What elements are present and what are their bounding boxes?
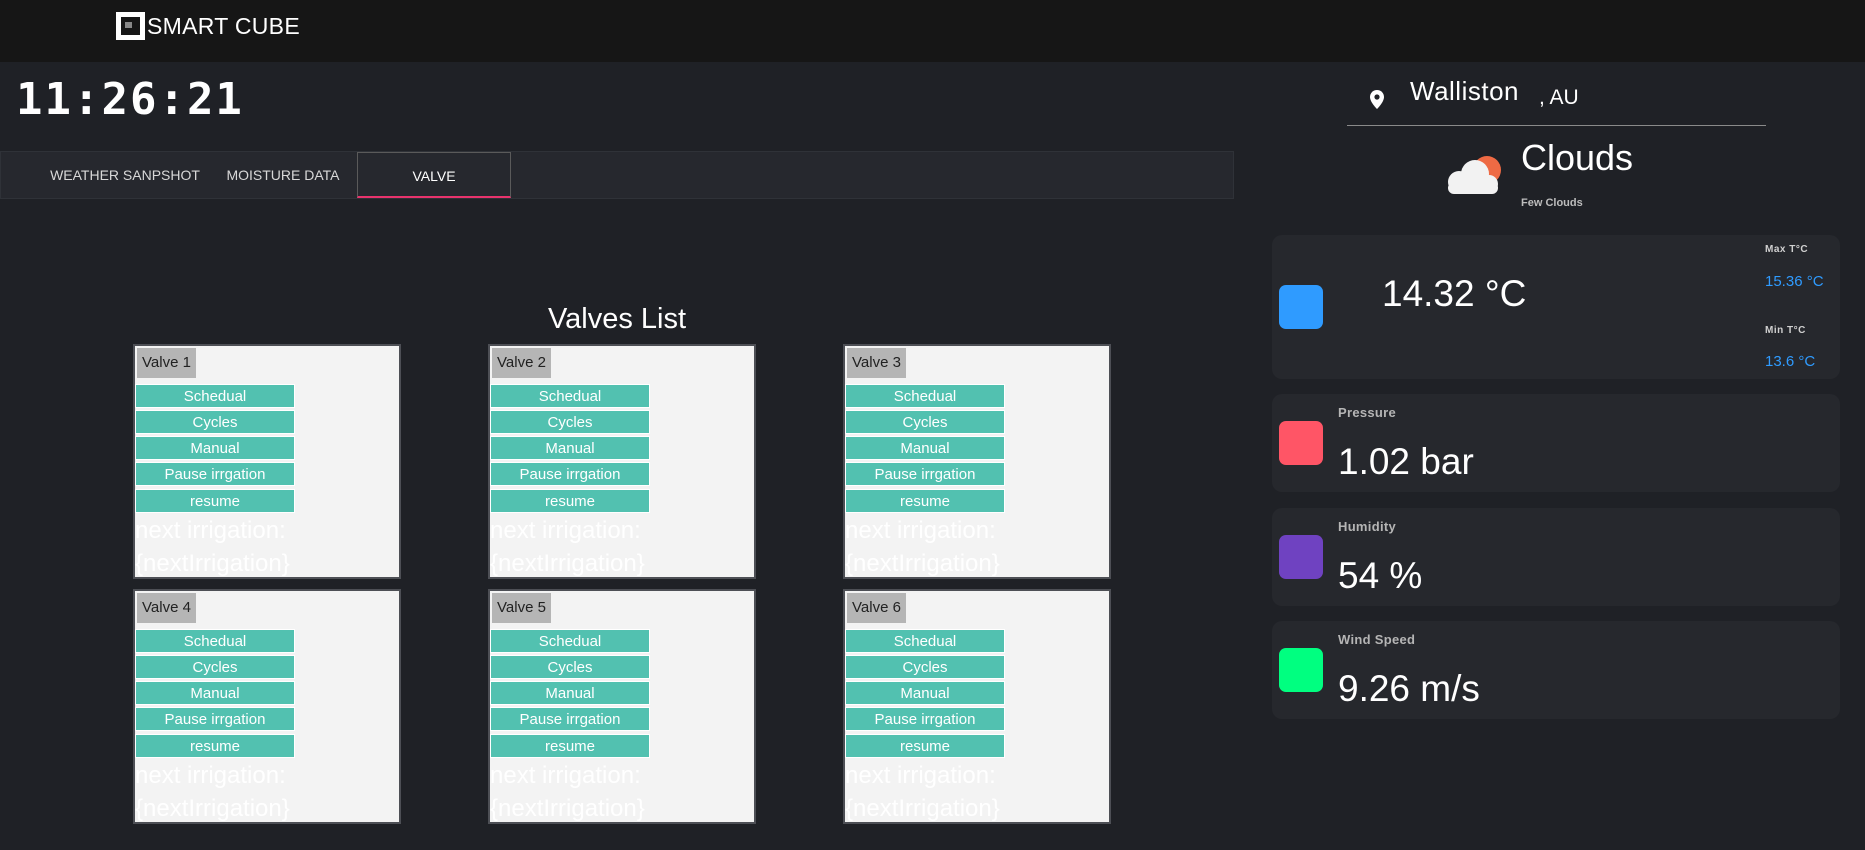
temperature-card: 14.32 °C Max T°C 15.36 °C Min T°C 13.6 °… <box>1272 235 1840 379</box>
valve-card: Valve 2 Schedual Cycles Manual Pause irr… <box>488 344 756 579</box>
wind-speed-value: 9.26 m/s <box>1338 668 1480 709</box>
manual-button[interactable]: Manual <box>490 436 650 460</box>
app-name: SMART CUBE <box>147 12 300 39</box>
pressure-value: 1.02 bar <box>1338 441 1474 482</box>
tab-moisture-data[interactable]: MOISTURE DATA <box>219 152 347 198</box>
next-irrigation-value: {nextIrrigation} <box>845 550 1000 577</box>
manual-button[interactable]: Manual <box>490 681 650 705</box>
manual-button[interactable]: Manual <box>845 681 1005 705</box>
pressure-swatch <box>1279 421 1323 465</box>
pause-irrigation-button[interactable]: Pause irrgation <box>845 462 1005 486</box>
schedule-button[interactable]: Schedual <box>135 629 295 653</box>
valve-name: Valve 2 <box>492 348 551 378</box>
resume-button[interactable]: resume <box>845 734 1005 758</box>
valve-name: Valve 6 <box>847 593 906 623</box>
clock: 11:26:21 <box>16 74 244 125</box>
manual-button[interactable]: Manual <box>845 436 1005 460</box>
next-irrigation-label: next irrigation: <box>845 517 996 544</box>
tab-bar: WEATHER SANPSHOT MOISTURE DATA VALVE <box>0 151 1234 199</box>
valves-list-title: Valves List <box>547 303 687 335</box>
humidity-value: 54 % <box>1338 555 1423 596</box>
next-irrigation-label: next irrigation: <box>135 517 286 544</box>
temperature-value: 14.32 °C <box>1382 273 1527 314</box>
schedule-button[interactable]: Schedual <box>845 629 1005 653</box>
location-pin-icon <box>1370 90 1384 114</box>
next-irrigation: next irrigation: {nextIrrigation} <box>845 759 1109 822</box>
valve-card: Valve 3 Schedual Cycles Manual Pause irr… <box>843 344 1111 579</box>
weather-description: Few Clouds <box>1521 197 1583 209</box>
next-irrigation-value: {nextIrrigation} <box>135 795 290 822</box>
valve-card: Valve 1 Schedual Cycles Manual Pause irr… <box>133 344 401 579</box>
pause-irrigation-button[interactable]: Pause irrgation <box>845 707 1005 731</box>
pause-irrigation-button[interactable]: Pause irrgation <box>135 462 295 486</box>
valve-card: Valve 4 Schedual Cycles Manual Pause irr… <box>133 589 401 824</box>
valve-name: Valve 4 <box>137 593 196 623</box>
wind-speed-label: Wind Speed <box>1338 632 1416 647</box>
max-temp-label: Max T°C <box>1765 244 1809 255</box>
resume-button[interactable]: resume <box>135 489 295 513</box>
resume-button[interactable]: resume <box>845 489 1005 513</box>
tab-valve[interactable]: VALVE <box>357 152 511 198</box>
top-bar: SMART CUBE <box>0 0 1865 62</box>
humidity-swatch <box>1279 535 1323 579</box>
min-temp-label: Min T°C <box>1765 325 1806 336</box>
humidity-label: Humidity <box>1338 519 1397 534</box>
schedule-button[interactable]: Schedual <box>490 629 650 653</box>
next-irrigation: next irrigation: {nextIrrigation} <box>490 514 754 577</box>
cycles-button[interactable]: Cycles <box>135 410 295 434</box>
schedule-button[interactable]: Schedual <box>135 384 295 408</box>
country-code: , AU <box>1539 86 1579 109</box>
manual-button[interactable]: Manual <box>135 436 295 460</box>
pause-irrigation-button[interactable]: Pause irrgation <box>135 707 295 731</box>
next-irrigation: next irrigation: {nextIrrigation} <box>135 514 399 577</box>
cycles-button[interactable]: Cycles <box>845 655 1005 679</box>
valve-name: Valve 1 <box>137 348 196 378</box>
cycles-button[interactable]: Cycles <box>845 410 1005 434</box>
pause-irrigation-button[interactable]: Pause irrgation <box>490 462 650 486</box>
pressure-label: Pressure <box>1338 405 1397 420</box>
cycles-button[interactable]: Cycles <box>490 655 650 679</box>
next-irrigation-value: {nextIrrigation} <box>845 795 1000 822</box>
next-irrigation-label: next irrigation: <box>490 762 641 789</box>
next-irrigation: next irrigation: {nextIrrigation} <box>845 514 1109 577</box>
next-irrigation-value: {nextIrrigation} <box>490 550 645 577</box>
temperature-swatch <box>1279 285 1323 329</box>
next-irrigation: next irrigation: {nextIrrigation} <box>135 759 399 822</box>
cycles-button[interactable]: Cycles <box>490 410 650 434</box>
max-temp-value: 15.36 °C <box>1765 273 1824 290</box>
valve-card: Valve 6 Schedual Cycles Manual Pause irr… <box>843 589 1111 824</box>
next-irrigation-label: next irrigation: <box>490 517 641 544</box>
valve-card: Valve 5 Schedual Cycles Manual Pause irr… <box>488 589 756 824</box>
cycles-button[interactable]: Cycles <box>135 655 295 679</box>
min-temp-value: 13.6 °C <box>1765 353 1816 370</box>
tab-weather-snapshot[interactable]: WEATHER SANPSHOT <box>43 152 207 198</box>
wind-speed-swatch <box>1279 648 1323 692</box>
schedule-button[interactable]: Schedual <box>490 384 650 408</box>
next-irrigation-value: {nextIrrigation} <box>490 795 645 822</box>
cube-logo-icon <box>116 12 145 40</box>
app-logo[interactable]: SMART CUBE <box>116 12 300 40</box>
schedule-button[interactable]: Schedual <box>845 384 1005 408</box>
resume-button[interactable]: resume <box>135 734 295 758</box>
humidity-card: Humidity 54 % <box>1272 508 1840 606</box>
next-irrigation-value: {nextIrrigation} <box>135 550 290 577</box>
valve-name: Valve 3 <box>847 348 906 378</box>
manual-button[interactable]: Manual <box>135 681 295 705</box>
wind-speed-card: Wind Speed 9.26 m/s <box>1272 621 1840 719</box>
next-irrigation: next irrigation: {nextIrrigation} <box>490 759 754 822</box>
city-name: Walliston <box>1410 76 1520 106</box>
resume-button[interactable]: resume <box>490 489 650 513</box>
location-header: Walliston , AU <box>1347 72 1766 126</box>
resume-button[interactable]: resume <box>490 734 650 758</box>
next-irrigation-label: next irrigation: <box>135 762 286 789</box>
pause-irrigation-button[interactable]: Pause irrgation <box>490 707 650 731</box>
partly-cloudy-icon <box>1441 152 1507 201</box>
valve-name: Valve 5 <box>492 593 551 623</box>
weather-condition: Clouds <box>1521 137 1634 178</box>
pressure-card: Pressure 1.02 bar <box>1272 394 1840 492</box>
next-irrigation-label: next irrigation: <box>845 762 996 789</box>
